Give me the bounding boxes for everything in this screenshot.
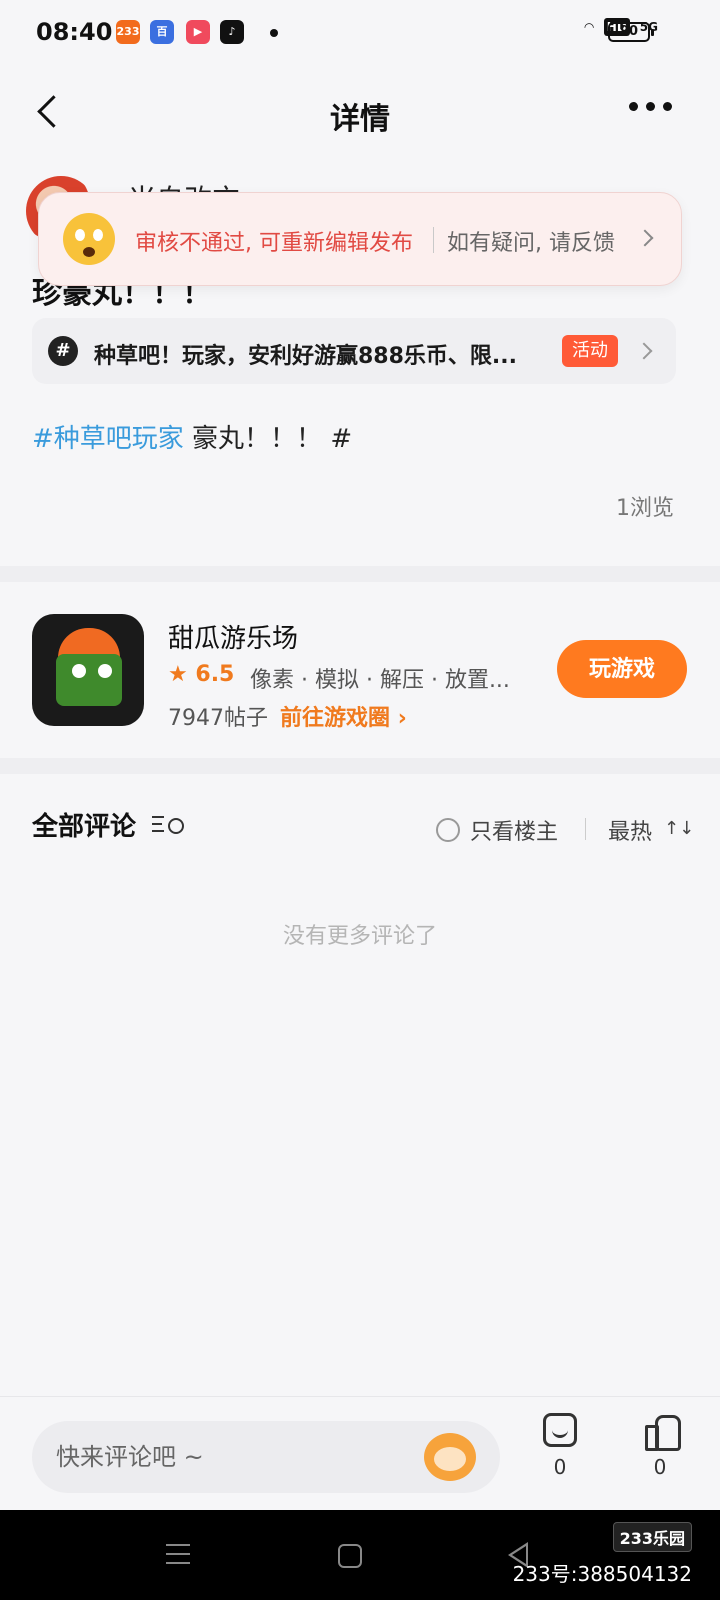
status-bar: 08:40 233 百 ▶ ♪ ◠ HD 5G 90 <box>0 0 720 64</box>
like-button[interactable]: 0 <box>630 1413 690 1479</box>
comments-title: 全部评论 <box>32 812 137 842</box>
sort-icon[interactable]: ↑↓ <box>664 818 694 839</box>
post-section: 米自改充 珍豪丸！！！ 审核不通过, 可重新编辑发布 如有疑问, 请反馈 # 种… <box>0 154 720 564</box>
only-owner-radio[interactable] <box>436 818 460 842</box>
activity-badge: 活动 <box>562 335 618 367</box>
comment-filter-icon[interactable] <box>152 812 184 836</box>
chevron-right-icon: › <box>397 706 407 731</box>
sort-hot-button[interactable]: 最热 <box>608 814 652 846</box>
comment-button[interactable]: 0 <box>530 1413 590 1479</box>
game-tags: 像素 · 模拟 · 解压 · 放置... <box>250 668 510 693</box>
play-game-button[interactable]: 玩游戏 <box>557 640 687 698</box>
hashtag-icon: # <box>48 336 78 366</box>
top-nav: 详情 <box>0 70 720 154</box>
more-options-icon[interactable] <box>629 102 672 111</box>
game-name[interactable]: 甜瓜游乐场 <box>168 618 298 655</box>
review-status-text: 审核不通过, 可重新编辑发布 <box>135 231 413 256</box>
chevron-right-icon <box>636 229 654 247</box>
video-app-icon: ▶ <box>186 20 210 44</box>
section-divider <box>0 566 720 582</box>
rating-value: 6.5 <box>195 662 235 687</box>
goto-label: 前往游戏圈 <box>280 706 391 731</box>
comment-count: 0 <box>553 1455 567 1479</box>
topic-text: 种草吧！玩家，安利好游赢888乐币、限... <box>94 344 517 369</box>
thumbs-up-icon <box>643 1413 681 1451</box>
worried-emoji-icon <box>63 213 115 265</box>
game-card[interactable]: 甜瓜游乐场 ★ 6.5 像素 · 模拟 · 解压 · 放置... 7947帖子 … <box>0 582 720 758</box>
status-time: 08:40 <box>36 18 113 46</box>
no-more-comments-text: 没有更多评论了 <box>282 924 437 949</box>
home-icon[interactable] <box>338 1544 362 1568</box>
toast-divider <box>433 227 434 253</box>
system-nav-bar: 233乐园 233号:388504132 <box>0 1510 720 1600</box>
content-text: 豪丸！！！ # <box>183 424 353 454</box>
section-divider <box>0 758 720 774</box>
game-app-icon[interactable] <box>32 614 144 726</box>
game-post-count: 7947帖子 <box>168 706 268 731</box>
page-title: 详情 <box>330 102 390 137</box>
watermark-id: 233号:388504132 <box>512 1562 692 1586</box>
recent-apps-icon[interactable] <box>166 1544 190 1564</box>
battery-icon: 90 <box>608 22 654 42</box>
app-233-icon: 233 <box>116 20 140 44</box>
wifi-icon: ◠ <box>584 20 594 34</box>
comments-section: 全部评论 只看楼主 最热 ↑↓ 没有更多评论了 <box>0 774 720 1394</box>
baidu-icon: 百 <box>150 20 174 44</box>
chevron-right-icon <box>635 342 653 360</box>
tiktok-icon: ♪ <box>220 20 244 44</box>
watermark-logo: 233乐园 <box>612 1522 692 1552</box>
content-hashtag-link[interactable]: #种草吧玩家 <box>32 424 184 454</box>
goto-game-circle-link[interactable]: 前往游戏圈 › <box>280 700 407 732</box>
emoji-mascot-icon[interactable] <box>424 1433 476 1481</box>
filter-divider <box>585 818 586 840</box>
view-count: 1浏览 <box>616 496 674 521</box>
feedback-link[interactable]: 如有疑问, 请反馈 <box>447 225 615 257</box>
notification-dot-icon <box>270 29 278 37</box>
topic-banner[interactable]: # 种草吧！玩家，安利好游赢888乐币、限... 活动 <box>32 318 676 384</box>
only-owner-label[interactable]: 只看楼主 <box>470 814 558 846</box>
post-content: #种草吧玩家 豪丸！！！ # <box>32 418 352 455</box>
game-rating: ★ 6.5 <box>168 662 234 687</box>
comment-bar: 0 0 <box>0 1396 720 1510</box>
comment-icon <box>543 1413 577 1447</box>
star-icon: ★ <box>168 662 196 687</box>
review-rejected-toast[interactable]: 审核不通过, 可重新编辑发布 如有疑问, 请反馈 <box>38 192 682 286</box>
like-count: 0 <box>653 1455 667 1479</box>
